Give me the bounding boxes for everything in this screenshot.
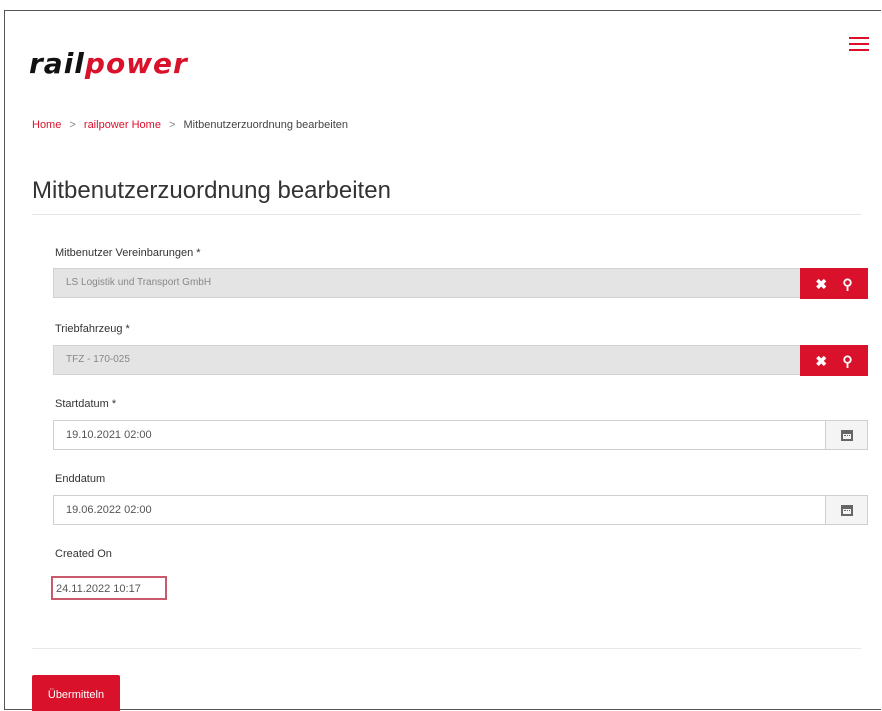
agreement-lookup-field[interactable]: LS Logistik und Transport GmbH ✖ ⚲ bbox=[53, 268, 868, 299]
breadcrumb: Home > railpower Home > Mitbenutzerzuord… bbox=[32, 119, 348, 131]
created-on-label: Created On bbox=[55, 548, 112, 560]
search-icon[interactable]: ⚲ bbox=[842, 277, 852, 291]
vehicle-lookup-field[interactable]: TFZ - 170-025 ✖ ⚲ bbox=[53, 345, 868, 376]
logo-power: power bbox=[84, 47, 188, 80]
start-date-value: 19.10.2021 02:00 bbox=[66, 429, 152, 441]
search-icon[interactable]: ⚲ bbox=[842, 354, 852, 368]
breadcrumb-railpower-home[interactable]: railpower Home bbox=[84, 119, 161, 131]
page-frame: railpower Home > railpower Home > Mitben… bbox=[4, 10, 881, 711]
logo-rail: rail bbox=[29, 47, 85, 80]
form-divider bbox=[32, 648, 861, 649]
start-date-label: Startdatum * bbox=[55, 398, 117, 410]
calendar-icon[interactable] bbox=[825, 421, 867, 449]
vehicle-label: Triebfahrzeug * bbox=[55, 323, 130, 335]
breadcrumb-separator: > bbox=[169, 119, 176, 131]
railpower-logo[interactable]: railpower bbox=[29, 47, 188, 80]
breadcrumb-home[interactable]: Home bbox=[32, 119, 61, 131]
calendar-icon[interactable] bbox=[825, 496, 867, 524]
end-date-value: 19.06.2022 02:00 bbox=[66, 504, 152, 516]
agreement-label: Mitbenutzer Vereinbarungen * bbox=[55, 247, 201, 259]
clear-icon[interactable]: ✖ bbox=[815, 277, 827, 291]
submit-button[interactable]: Übermitteln bbox=[32, 675, 120, 711]
agreement-value: LS Logistik und Transport GmbH bbox=[66, 277, 212, 288]
end-date-field[interactable]: 19.06.2022 02:00 bbox=[53, 495, 868, 525]
vehicle-actions: ✖ ⚲ bbox=[800, 345, 868, 376]
agreement-actions: ✖ ⚲ bbox=[800, 268, 868, 299]
title-divider bbox=[32, 214, 861, 215]
created-on-value: 24.11.2022 10:17 bbox=[56, 583, 141, 595]
start-date-field[interactable]: 19.10.2021 02:00 bbox=[53, 420, 868, 450]
breadcrumb-separator: > bbox=[69, 119, 76, 131]
vehicle-value: TFZ - 170-025 bbox=[66, 354, 130, 365]
created-on-field[interactable]: 24.11.2022 10:17 bbox=[51, 576, 167, 600]
hamburger-menu-icon[interactable] bbox=[849, 37, 869, 51]
clear-icon[interactable]: ✖ bbox=[815, 354, 827, 368]
page-title: Mitbenutzerzuordnung bearbeiten bbox=[32, 177, 391, 204]
breadcrumb-current: Mitbenutzerzuordnung bearbeiten bbox=[183, 119, 349, 131]
end-date-label: Enddatum bbox=[55, 473, 106, 485]
